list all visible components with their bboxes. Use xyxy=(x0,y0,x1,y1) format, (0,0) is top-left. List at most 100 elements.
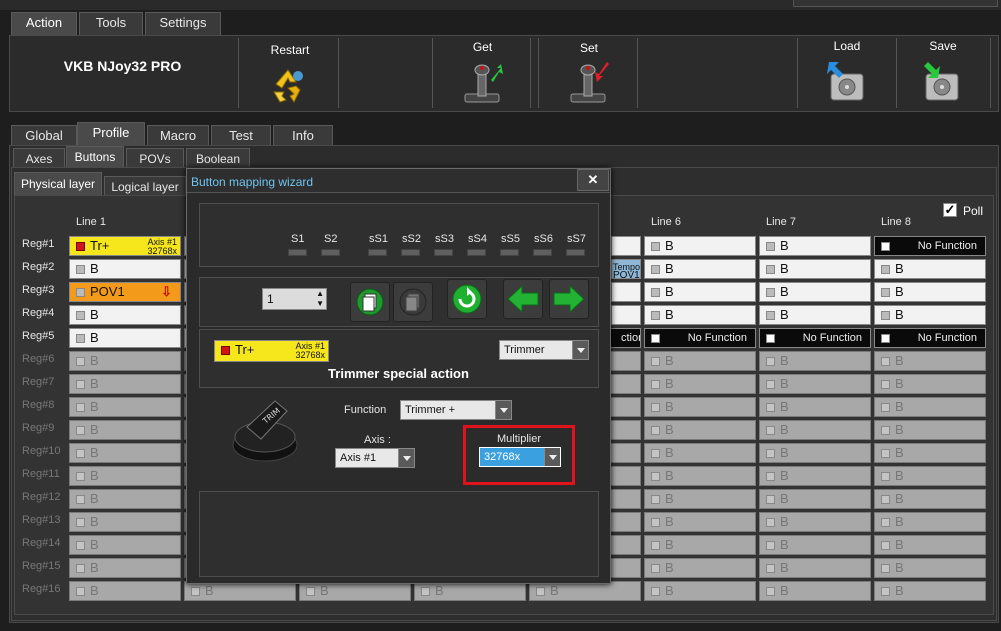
button-cell-disabled[interactable]: B xyxy=(874,558,986,578)
button-cell-disabled[interactable]: B xyxy=(759,420,871,440)
button-cell-disabled[interactable]: B xyxy=(759,397,871,417)
button-cell-disabled[interactable]: B xyxy=(69,535,181,555)
button-cell-nofn[interactable]: No Function xyxy=(874,236,986,256)
button-cell-tr[interactable]: Tr+ Axis #1 32768x xyxy=(69,236,181,256)
button-cell-disabled[interactable]: B xyxy=(874,581,986,601)
spin-up-icon[interactable]: ▲ xyxy=(316,289,324,298)
button-cell-disabled[interactable]: B xyxy=(874,374,986,394)
slot-indicator[interactable] xyxy=(321,249,340,256)
button-cell-disabled[interactable]: B xyxy=(644,535,756,555)
button-cell-disabled[interactable]: B xyxy=(69,374,181,394)
button-cell[interactable] xyxy=(611,236,641,256)
copy-button[interactable] xyxy=(350,282,390,322)
button-cell[interactable]: B xyxy=(759,259,871,279)
button-cell[interactable]: B xyxy=(874,259,986,279)
tab-tools[interactable]: Tools xyxy=(79,12,143,36)
slot-indicator[interactable] xyxy=(288,249,307,256)
tab-profile[interactable]: Profile xyxy=(77,122,145,146)
button-cell-disabled[interactable]: B xyxy=(759,443,871,463)
button-cell-disabled[interactable]: B xyxy=(874,420,986,440)
tab-settings[interactable]: Settings xyxy=(145,12,221,36)
button-cell[interactable] xyxy=(611,282,641,302)
set-button[interactable]: Set xyxy=(550,38,628,108)
button-cell[interactable] xyxy=(611,305,641,325)
button-cell-disabled[interactable]: B xyxy=(644,558,756,578)
button-cell-disabled[interactable]: B xyxy=(874,397,986,417)
poll-checkbox[interactable]: ✓ xyxy=(943,203,957,217)
multiplier-select[interactable]: 32768x xyxy=(479,447,561,467)
load-button[interactable]: Load xyxy=(808,38,886,108)
button-cell-disabled[interactable]: B xyxy=(759,535,871,555)
tab-logical-layer[interactable]: Logical layer xyxy=(104,176,186,196)
button-cell[interactable]: B xyxy=(759,236,871,256)
button-cell[interactable]: B xyxy=(644,282,756,302)
button-cell[interactable]: B xyxy=(644,259,756,279)
slot-indicator[interactable] xyxy=(368,249,387,256)
button-cell-disabled[interactable]: B xyxy=(299,581,411,601)
button-cell-disabled[interactable]: B xyxy=(759,512,871,532)
tab-info[interactable]: Info xyxy=(273,125,333,146)
button-cell-disabled[interactable]: B xyxy=(69,351,181,371)
button-cell[interactable]: B xyxy=(759,305,871,325)
button-cell-disabled[interactable]: B xyxy=(759,581,871,601)
button-cell-disabled[interactable]: B xyxy=(874,512,986,532)
tab-physical-layer[interactable]: Physical layer xyxy=(14,172,102,196)
button-cell-disabled[interactable]: B xyxy=(759,558,871,578)
button-cell-disabled[interactable]: B xyxy=(184,581,296,601)
button-cell-disabled[interactable]: B xyxy=(69,443,181,463)
button-cell-disabled[interactable]: B xyxy=(414,581,526,601)
button-cell-disabled[interactable]: B xyxy=(874,351,986,371)
paste-button[interactable] xyxy=(393,282,433,322)
button-cell-disabled[interactable]: B xyxy=(874,535,986,555)
action-type-select[interactable]: Trimmer xyxy=(499,340,589,360)
button-cell-disabled[interactable]: B xyxy=(874,466,986,486)
button-cell-disabled[interactable]: B xyxy=(759,374,871,394)
button-index-spinner[interactable]: 1 ▲ ▼ xyxy=(262,288,327,310)
tab-povs[interactable]: POVs xyxy=(126,148,184,168)
button-cell-disabled[interactable]: B xyxy=(644,420,756,440)
button-cell-nofn[interactable]: No Function xyxy=(759,328,871,348)
tab-boolean[interactable]: Boolean xyxy=(186,148,250,168)
tab-global[interactable]: Global xyxy=(11,125,77,146)
spin-down-icon[interactable]: ▼ xyxy=(316,299,324,308)
button-cell[interactable]: B xyxy=(759,282,871,302)
tab-axes[interactable]: Axes xyxy=(13,148,65,168)
button-cell-disabled[interactable]: B xyxy=(759,489,871,509)
button-cell-disabled[interactable]: B xyxy=(644,443,756,463)
button-cell-disabled[interactable]: B xyxy=(644,581,756,601)
close-button[interactable]: ✕ xyxy=(577,169,609,191)
tab-test[interactable]: Test xyxy=(211,125,271,146)
save-button[interactable]: Save xyxy=(905,38,981,108)
slot-indicator[interactable] xyxy=(467,249,486,256)
button-cell-disabled[interactable]: B xyxy=(69,489,181,509)
next-button[interactable] xyxy=(549,279,589,319)
button-cell-disabled[interactable]: B xyxy=(759,466,871,486)
button-cell[interactable]: B xyxy=(644,305,756,325)
button-cell[interactable]: B xyxy=(874,282,986,302)
button-cell-pov[interactable]: POV1 ⇩ xyxy=(69,282,181,302)
refresh-button[interactable] xyxy=(447,279,487,319)
button-cell[interactable]: B xyxy=(874,305,986,325)
slot-indicator[interactable] xyxy=(434,249,453,256)
slot-indicator[interactable] xyxy=(533,249,552,256)
axis-select[interactable]: Axis #1 xyxy=(335,448,415,468)
button-cell[interactable]: B xyxy=(69,305,181,325)
button-cell-disabled[interactable]: B xyxy=(644,374,756,394)
slot-indicator[interactable] xyxy=(566,249,585,256)
button-cell-disabled[interactable]: B xyxy=(644,397,756,417)
button-cell-pov-tempo[interactable]: Tempo POV1 xyxy=(611,259,641,279)
button-cell-disabled[interactable]: B xyxy=(644,466,756,486)
button-cell-disabled[interactable]: B xyxy=(644,512,756,532)
button-cell-nofn[interactable]: No Function xyxy=(644,328,756,348)
button-cell[interactable]: B xyxy=(69,259,181,279)
button-cell-disabled[interactable]: B xyxy=(69,581,181,601)
button-cell-disabled[interactable]: B xyxy=(644,489,756,509)
button-cell-disabled[interactable]: B xyxy=(69,397,181,417)
tab-buttons[interactable]: Buttons xyxy=(66,146,124,168)
button-cell-disabled[interactable]: B xyxy=(759,351,871,371)
get-button[interactable]: Get xyxy=(445,38,520,108)
button-cell-disabled[interactable]: B xyxy=(69,558,181,578)
button-cell-disabled[interactable]: B xyxy=(69,420,181,440)
button-cell-disabled[interactable]: B xyxy=(874,443,986,463)
button-cell-disabled[interactable]: B xyxy=(69,466,181,486)
